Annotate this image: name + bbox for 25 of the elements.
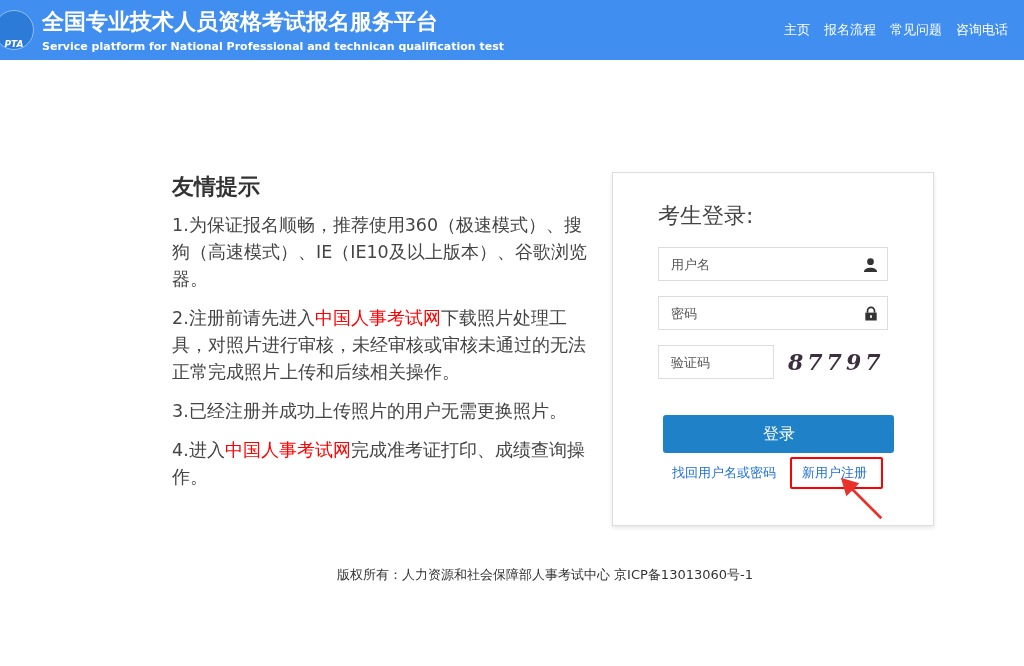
lock-icon	[864, 306, 878, 321]
nav-link[interactable]: 主页	[784, 21, 810, 39]
nav-link[interactable]: 报名流程	[824, 21, 876, 39]
username-field[interactable]: 用户名	[658, 247, 888, 281]
account-link[interactable]: 新用户注册	[790, 457, 883, 489]
copyright-text: 版权所有：人力资源和社会保障部人事考试中心 京ICP备13013060号-1	[336, 566, 754, 584]
tip-paragraph: 4.进入中国人事考试网完成准考证打印、成绩查询操作。	[172, 439, 586, 489]
login-title: 考生登录:	[658, 202, 755, 230]
exam-site-link[interactable]: 中国人事考试网	[314, 308, 441, 328]
nav-link[interactable]: 常见问题	[890, 21, 942, 39]
tip-paragraph: 3.已经注册并成功上传照片的用户无需更换照片。	[172, 400, 568, 423]
tip-paragraph: 2.注册前请先进入中国人事考试网下载照片处理工具，对照片进行审核，未经审核或审核未通过的无法正常完成照片上传和后续相关操作。	[172, 307, 587, 384]
login-button[interactable]: 登录	[663, 415, 894, 453]
captcha-image[interactable]: 87797	[788, 349, 885, 375]
logo-icon: PTA	[0, 10, 34, 50]
user-icon	[863, 257, 878, 272]
password-field[interactable]: 密码	[658, 296, 888, 330]
captcha-field[interactable]: 验证码	[658, 345, 774, 379]
tip-paragraph: 1.为保证报名顺畅，推荐使用360（极速模式）、搜狗（高速模式）、IE（IE10及以上版本）、谷歌浏览器。	[172, 214, 588, 291]
site-title: 全国专业技术人员资格考试报名服务平台	[42, 7, 439, 36]
account-link[interactable]: 找回用户名或密码	[670, 456, 778, 490]
nav-link[interactable]: 咨询电话	[956, 21, 1008, 39]
site-subtitle: Service platform for National Professional and technican qualification test	[42, 39, 504, 53]
tips-title: 友情提示	[172, 173, 261, 201]
exam-site-link[interactable]: 中国人事考试网	[224, 440, 351, 460]
